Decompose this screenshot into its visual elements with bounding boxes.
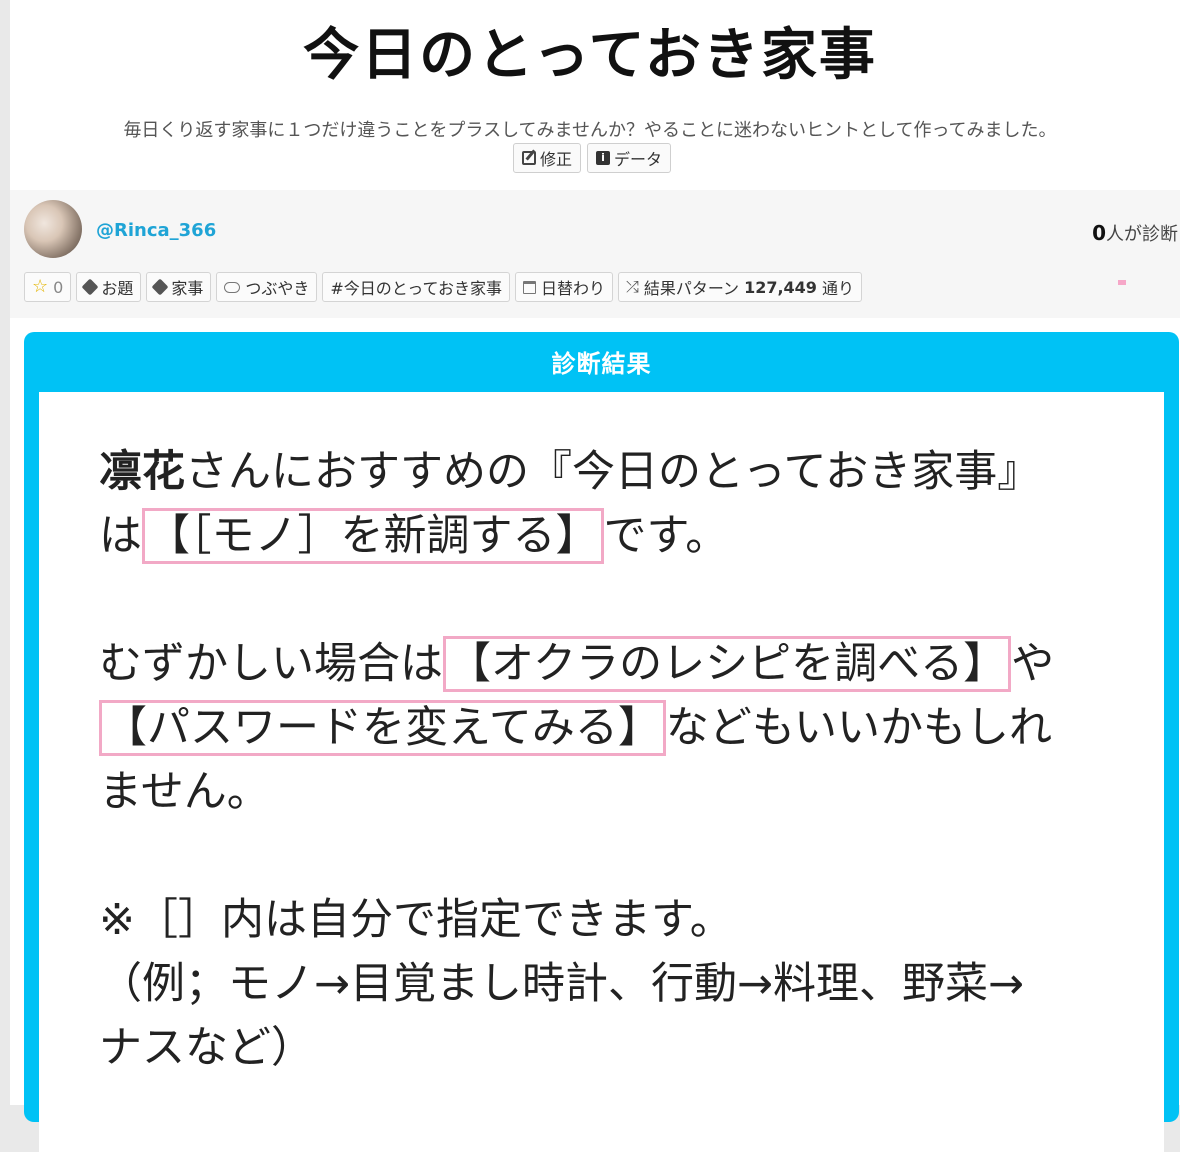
edit-label: 修正 <box>540 150 573 169</box>
calendar-icon <box>523 280 537 294</box>
result-line-2: は【［モノ］を新調する】 です。 <box>99 504 1129 568</box>
alt-intro: むずかしい場合は <box>99 639 443 689</box>
tsubuyaki-label: つぶやき <box>245 279 310 298</box>
result-line-1: 凛花さんにおすすめの『今日のとっておき家事』 <box>99 440 1129 504</box>
tag-odai[interactable]: お題 <box>76 272 142 302</box>
alt-outro: などもいいかもしれ <box>665 703 1052 753</box>
diagnosis-count: 0人が診断 <box>1092 220 1178 246</box>
main-result-item: 【［モノ］を新調する】 <box>142 508 604 564</box>
author-band: @Rinca_366 0人が診断 ☆ 0 お題 家事 つぶやき #今日のとってお… <box>10 190 1180 318</box>
tag-kaji[interactable]: 家事 <box>146 272 212 302</box>
page-title: 今日のとっておき家事 <box>303 23 877 88</box>
alt-line-end: ません。 <box>99 767 270 817</box>
daily-label: 日替わり <box>541 279 606 298</box>
favorite-count: 0 <box>53 277 64 297</box>
shuffle-icon: ⤮ <box>626 277 639 296</box>
star-icon: ☆ <box>32 276 49 297</box>
tag-icon <box>151 278 169 296</box>
alt-item-1: 【オクラのレシピを調べる】 <box>443 636 1012 692</box>
favorite-button[interactable]: ☆ 0 <box>24 272 72 302</box>
data-label: データ <box>614 150 663 169</box>
daily-badge[interactable]: 日替わり <box>515 272 614 302</box>
pattern-prefix: 結果パターン <box>643 279 740 298</box>
edit-icon <box>522 151 536 165</box>
result-header: 診断結果 <box>551 350 652 378</box>
hashtag-label: #今日のとっておき家事 <box>330 279 503 298</box>
note-line-1: ※［］内は自分で指定できます。 <box>99 895 733 945</box>
result-text: 凛花さんにおすすめの『今日のとっておき家事』 は【［モノ］を新調する】 です。 む… <box>99 440 1129 1080</box>
count-value: 0 <box>1092 221 1106 245</box>
data-button[interactable]: i データ <box>587 143 672 173</box>
result-name: 凛花 <box>99 447 185 497</box>
page: 今日のとっておき家事 毎日くり返す家事に１つだけ違うことをプラスしてみませんか？… <box>10 0 1180 1152</box>
result-desu: です。 <box>603 511 729 561</box>
result-wa: は <box>99 511 142 561</box>
note-line-2: （例；モノ→目覚まし時計、行動→料理、野菜→ <box>99 959 1025 1009</box>
edit-button[interactable]: 修正 <box>513 143 582 173</box>
page-description: 毎日くり返す家事に１つだけ違うことをプラスしてみませんか？やることに迷わないヒン… <box>123 120 1057 141</box>
speech-bubble-icon <box>224 281 241 293</box>
author-handle[interactable]: @Rinca_366 <box>96 220 216 241</box>
result-intro: さんにおすすめの『今日のとっておき家事』 <box>185 447 1041 497</box>
result-card: 診断結果 凛花さんにおすすめの『今日のとっておき家事』 は【［モノ］を新調する】… <box>24 332 1179 1152</box>
note-line-3: ナスなど） <box>99 1023 314 1073</box>
hashtag-button[interactable]: #今日のとっておき家事 <box>322 272 511 302</box>
alt-item-2: 【パスワードを変えてみる】 <box>99 700 666 756</box>
pattern-suffix: 通り <box>821 279 854 298</box>
avatar[interactable] <box>24 200 82 258</box>
pattern-count: 127,449 <box>744 277 817 297</box>
tag-kaji-label: 家事 <box>171 279 204 298</box>
pattern-badge[interactable]: ⤮ 結果パターン 127,449 通り <box>618 272 862 302</box>
meta-buttons: 修正 i データ <box>513 143 672 173</box>
pink-marker <box>1118 280 1126 285</box>
tag-odai-label: お題 <box>101 279 134 298</box>
result-body: 凛花さんにおすすめの『今日のとっておき家事』 は【［モノ］を新調する】 です。 む… <box>39 392 1164 1152</box>
alt-line: むずかしい場合は 【オクラのレシピを調べる】 や【パスワードを変えてみる】 などもいい… <box>99 632 1129 760</box>
tag-bar: ☆ 0 お題 家事 つぶやき #今日のとっておき家事 日替わり ⤮ 結果パターン… <box>24 272 862 302</box>
tag-icon <box>81 278 99 296</box>
count-suffix: 人が診断 <box>1106 224 1178 245</box>
tsubuyaki-button[interactable]: つぶやき <box>216 272 318 302</box>
info-icon: i <box>596 151 611 165</box>
alt-ya: や <box>1011 639 1055 689</box>
